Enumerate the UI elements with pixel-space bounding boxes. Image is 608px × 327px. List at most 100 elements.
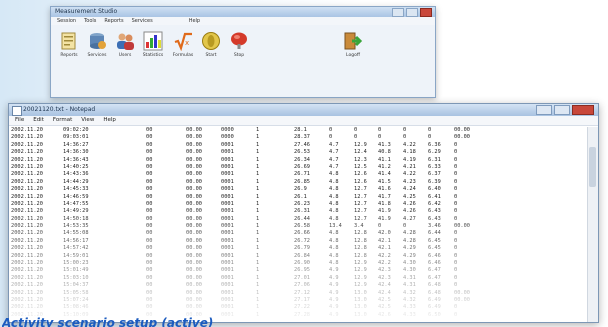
text-line: 2002.11.20 15:01:49 00 00.00 0001 1 26.95 4.9 12… xyxy=(11,267,587,274)
text-cell: 4.7 xyxy=(329,149,339,156)
menu-tools[interactable]: Tools xyxy=(84,17,96,25)
database-icon xyxy=(87,31,107,51)
text-cell: 0 xyxy=(454,230,458,237)
maximize-button[interactable] xyxy=(554,105,570,115)
maximize-button[interactable] xyxy=(406,8,418,17)
close-button[interactable] xyxy=(420,8,432,17)
text-cell: 1 xyxy=(256,208,260,215)
text-cell: 09:02:20 xyxy=(63,127,89,133)
text-cell: 00 xyxy=(146,252,153,259)
text-cell: 0 xyxy=(329,127,333,133)
text-cell: 1 xyxy=(256,163,260,170)
text-cell: 00 xyxy=(146,149,153,156)
text-cell: 6.43 xyxy=(428,208,441,215)
text-cell: 4.9 xyxy=(329,289,339,296)
text-cell: 2002.11.20 xyxy=(11,141,43,148)
text-line: 2002.11.20 14:40:25 00 00.00 0001 1 26.69 4.7 12… xyxy=(11,164,587,171)
text-cell: 1 xyxy=(256,223,260,230)
tool-start-button[interactable]: Start xyxy=(199,31,223,58)
text-cell: 27.01 xyxy=(294,274,310,281)
menu-session[interactable]: Session xyxy=(57,17,76,25)
text-cell: 14:56:17 xyxy=(63,237,89,244)
tool-reports-button[interactable]: Reports xyxy=(57,31,81,58)
text-cell: 1 xyxy=(256,296,260,303)
text-cell: 4.9 xyxy=(329,267,339,274)
text-cell: 4.8 xyxy=(329,260,339,267)
menu-help[interactable]: Help xyxy=(189,17,200,25)
text-cell: 4.8 xyxy=(329,178,339,185)
text-cell: 00.00 xyxy=(186,127,202,133)
text-cell: 4.26 xyxy=(403,208,416,215)
text-cell: 6.45 xyxy=(428,245,441,252)
text-cell: 4.8 xyxy=(329,237,339,244)
menu-file[interactable]: File xyxy=(15,116,24,125)
tool-services-button[interactable]: Services xyxy=(85,31,109,58)
text-cell: 2002.11.20 xyxy=(11,267,43,274)
notepad-title-bar: 20021120.txt - Notepad xyxy=(9,104,598,116)
text-cell: 26.23 xyxy=(294,200,310,207)
text-cell: 14:36:27 xyxy=(63,141,89,148)
text-cell: 0001 xyxy=(221,193,234,200)
text-cell: 6.40 xyxy=(428,186,441,193)
text-cell: 42.5 xyxy=(378,296,391,303)
text-cell: 4.7 xyxy=(329,163,339,170)
text-cell: 00.00 xyxy=(454,223,470,230)
text-cell: 00.00 xyxy=(186,230,202,237)
text-cell: 26.58 xyxy=(294,223,310,230)
text-cell: 6.37 xyxy=(428,171,441,178)
tool-stop-button[interactable]: Stop xyxy=(227,31,251,58)
minimize-button[interactable] xyxy=(536,105,552,115)
text-cell: 12.7 xyxy=(354,186,367,193)
menu-edit[interactable]: Edit xyxy=(33,116,44,125)
text-cell: 0001 xyxy=(221,260,234,267)
text-cell: 0001 xyxy=(221,178,234,185)
tool-users-button[interactable]: Users xyxy=(113,31,137,58)
text-cell: 1 xyxy=(256,237,260,244)
text-cell: 00 xyxy=(146,274,153,281)
text-cell: 4.22 xyxy=(403,141,416,148)
text-cell: 4.32 xyxy=(403,296,416,303)
text-cell: 14:57:42 xyxy=(63,245,89,252)
menu-view[interactable]: View xyxy=(81,116,94,125)
text-line: 2002.11.20 14:43:36 00 00.00 0001 1 26.71 4.8 12… xyxy=(11,171,587,178)
menu-help[interactable]: Help xyxy=(103,116,116,125)
text-cell: 41.6 xyxy=(378,186,391,193)
text-cell: 00.00 xyxy=(186,223,202,230)
text-cell: 00 xyxy=(146,289,153,296)
minimize-button[interactable] xyxy=(392,8,404,17)
text-cell: 6.29 xyxy=(428,149,441,156)
menu-format[interactable]: Format xyxy=(53,116,72,125)
text-cell: 40.8 xyxy=(378,149,391,156)
scrollbar-thumb[interactable] xyxy=(589,147,596,187)
text-cell: 4.25 xyxy=(403,193,416,200)
text-cell: 2002.11.20 xyxy=(11,193,43,200)
text-cell: 00.00 xyxy=(186,296,202,303)
text-cell: 27.17 xyxy=(294,296,310,303)
text-cell: 0 xyxy=(428,127,432,133)
text-cell: 4.26 xyxy=(403,200,416,207)
text-cell: 00 xyxy=(146,156,153,163)
text-cell: 4.9 xyxy=(329,274,339,281)
close-button[interactable] xyxy=(572,105,594,115)
text-cell: 00 xyxy=(146,260,153,267)
text-cell: 0 xyxy=(454,141,458,148)
vertical-scrollbar[interactable] xyxy=(587,127,598,322)
text-cell: 1 xyxy=(256,245,260,252)
text-cell: 00 xyxy=(146,193,153,200)
text-cell: 1 xyxy=(256,260,260,267)
text-cell: 12.6 xyxy=(354,171,367,178)
text-cell: 1 xyxy=(256,252,260,259)
text-cell: 2002.11.20 xyxy=(11,245,43,252)
text-content-area[interactable]: 2002.11.20 09:02:20 00 00.00 0000 1 28.1 0 0 0 0 0 0… xyxy=(11,127,587,322)
text-cell: 6.48 xyxy=(428,289,441,296)
menu-services[interactable]: Services xyxy=(132,17,153,25)
text-cell: 27.22 xyxy=(294,304,310,311)
menu-reports[interactable]: Reports xyxy=(104,17,123,25)
tool-formulas-button[interactable]: x Formulas xyxy=(171,31,195,58)
text-cell: 0001 xyxy=(221,149,234,156)
text-cell: 15:00:23 xyxy=(63,260,89,267)
tool-logoff-button[interactable]: Logoff xyxy=(341,31,365,58)
text-cell: 1 xyxy=(256,127,260,133)
tool-statistics-button[interactable]: Statistics xyxy=(141,31,165,58)
text-cell: 12.4 xyxy=(354,149,367,156)
